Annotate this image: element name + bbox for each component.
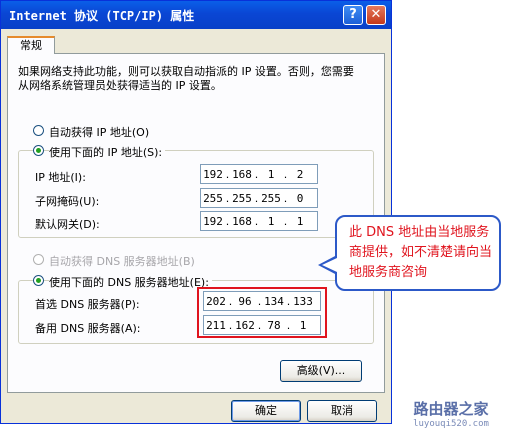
gateway-octet-3: 1 [267, 214, 275, 228]
ok-button[interactable]: 确定 [231, 400, 301, 422]
dns-highlight-box [197, 287, 327, 338]
subnet-octet-2: 255 [232, 191, 252, 205]
subnet-octet-4: 0 [296, 191, 304, 205]
watermark-url: luyouqi520.com [413, 419, 489, 429]
ip-address-field[interactable]: 192. 168. 1. 2 [200, 164, 318, 184]
subnet-octet-1: 255 [203, 191, 223, 205]
advanced-button[interactable]: 高级(V)... [280, 360, 362, 382]
close-button[interactable]: ✕ [366, 5, 386, 25]
close-x-icon: ✕ [370, 7, 382, 22]
gateway-octet-2: 168 [232, 214, 252, 228]
title-bar[interactable]: Internet 协议 (TCP/IP) 属性 ? ✕ [1, 1, 391, 29]
preferred-dns-label: 首选 DNS 服务器(P): [35, 298, 140, 311]
alternate-dns-label: 备用 DNS 服务器(A): [35, 322, 141, 335]
auto-ip-radio[interactable] [33, 125, 44, 136]
watermark-title: 路由器之家 [413, 400, 489, 418]
description-text: 如果网络支持此功能，则可以获取自动指派的 IP 设置。否则，您需要从网络系统管理… [18, 65, 354, 92]
callout-text: 此 DNS 地址由当地服务商提供，如不清楚请向当地服务商咨询 [349, 225, 493, 280]
subnet-mask-field[interactable]: 255. 255. 255. 0 [200, 188, 318, 208]
ip-address-octet-2: 168 [232, 167, 252, 181]
auto-dns-radio[interactable] [33, 254, 44, 265]
subnet-octet-3: 255 [261, 191, 281, 205]
window-title: Internet 协议 (TCP/IP) 属性 [9, 9, 195, 23]
tab-general[interactable]: 常规 [7, 36, 55, 54]
gateway-octet-4: 1 [296, 214, 304, 228]
manual-dns-label[interactable]: 使用下面的 DNS 服务器地址(E): [49, 274, 212, 290]
watermark: 路由器之家 luyouqi520.com [394, 398, 508, 429]
ip-address-octet-1: 192 [203, 167, 223, 181]
ip-address-label: IP 地址(I): [35, 171, 86, 184]
manual-ip-radio[interactable] [33, 145, 44, 156]
gateway-field[interactable]: 192. 168. 1. 1 [200, 211, 318, 231]
auto-dns-label[interactable]: 自动获得 DNS 服务器地址(B) [49, 253, 195, 269]
manual-dns-radio[interactable] [33, 275, 44, 286]
gateway-octet-1: 192 [203, 214, 223, 228]
subnet-mask-label: 子网掩码(U): [35, 195, 100, 208]
dns-callout: 此 DNS 地址由当地服务商提供，如不清楚请向当地服务商咨询 [335, 215, 501, 291]
manual-ip-label[interactable]: 使用下面的 IP 地址(S): [49, 144, 166, 160]
cancel-button[interactable]: 取消 [307, 400, 377, 422]
help-button[interactable]: ? [343, 5, 363, 25]
ip-address-octet-3: 1 [267, 167, 275, 181]
ip-address-octet-4: 2 [296, 167, 304, 181]
auto-ip-label[interactable]: 自动获得 IP 地址(O) [49, 124, 149, 140]
gateway-label: 默认网关(D): [35, 218, 100, 231]
question-mark-icon: ? [349, 7, 357, 22]
